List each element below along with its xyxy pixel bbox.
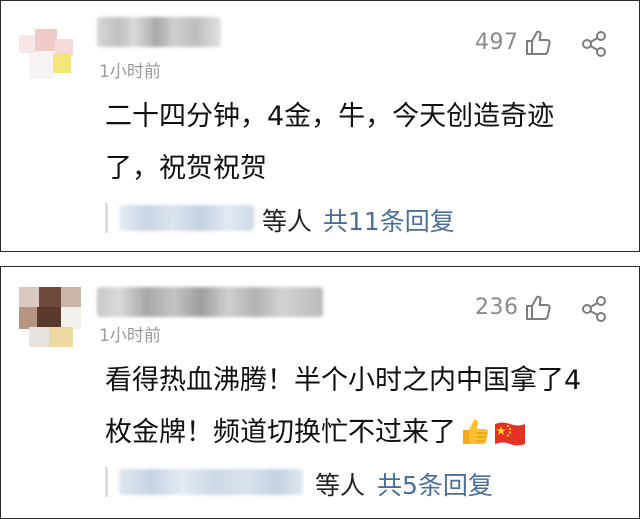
view-replies-link[interactable]: 共11条回复 <box>323 202 455 238</box>
username-blurred[interactable] <box>97 17 221 47</box>
comment-text: 二十四分钟，4金，牛，今天创造奇迹了，祝贺祝贺 <box>105 101 555 184</box>
comment-card: 236 1小时前 看得热血沸腾！半个小时之内中国拿了4枚金牌！频道切换忙不过来了 <box>0 266 640 519</box>
comment-text: 看得热血沸腾！半个小时之内中国拿了4枚金牌！频道切换忙不过来了 <box>105 355 605 465</box>
view-replies-link[interactable]: 共5条回复 <box>377 466 493 502</box>
share-icon[interactable] <box>580 295 608 327</box>
avatar[interactable] <box>19 25 81 87</box>
china-flag-icon <box>494 413 526 465</box>
timestamp: 1小时前 <box>99 62 161 82</box>
reply-by-suffix: 等人 <box>262 207 313 236</box>
thumbs-up-icon[interactable] <box>524 294 552 326</box>
comment-card: 1小时前 497 二十四分钟，4金，牛，今天创造奇迹了，祝贺祝贺 等人 共11条… <box>0 0 640 252</box>
share-icon[interactable] <box>580 30 608 62</box>
like-count: 497 <box>475 30 519 55</box>
reply-usernames-blurred[interactable] <box>119 205 254 231</box>
reply-by-suffix: 等人 <box>315 471 366 500</box>
username-blurred[interactable] <box>97 287 323 317</box>
reply-divider <box>105 467 108 497</box>
card-separator <box>0 252 640 266</box>
avatar[interactable] <box>19 287 81 349</box>
thumbs-up-icon <box>460 413 490 465</box>
thumbs-up-icon[interactable] <box>524 29 552 61</box>
reply-usernames-blurred[interactable] <box>119 469 303 495</box>
timestamp: 1小时前 <box>99 326 161 346</box>
like-count: 236 <box>475 295 519 320</box>
reply-divider <box>105 203 108 233</box>
